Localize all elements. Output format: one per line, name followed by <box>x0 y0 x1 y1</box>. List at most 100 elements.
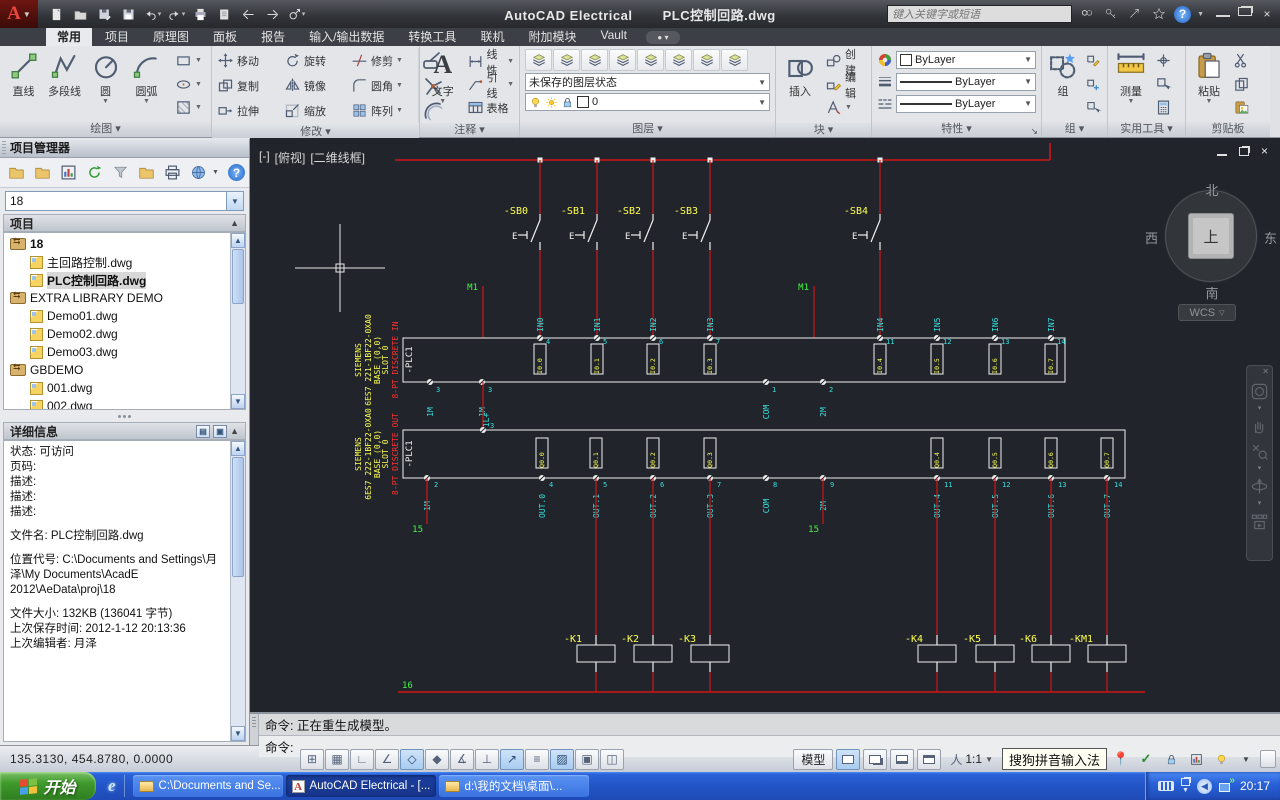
layer-tool-icon-1[interactable] <box>553 49 580 71</box>
layer-tool-icon-2[interactable] <box>581 49 608 71</box>
details-preview-icon[interactable]: ▣ <box>213 424 228 438</box>
移动-button[interactable]: 移动 <box>215 49 282 72</box>
isolate-objects-icon[interactable] <box>1210 749 1232 770</box>
measure-button[interactable]: 测量 ▼ <box>1111 48 1151 120</box>
undo-icon[interactable]: ▾ <box>142 4 162 24</box>
layer-tool-icon-5[interactable] <box>665 49 692 71</box>
restore-tray-icon[interactable] <box>1180 778 1190 786</box>
scroll-up-icon[interactable]: ▲ <box>231 233 245 248</box>
open-file-icon[interactable] <box>70 4 90 24</box>
back-arrow-icon[interactable] <box>238 4 258 24</box>
grid-toggle[interactable]: ▦ <box>325 748 349 770</box>
property-dropdown-0[interactable]: ByLayer ▼ <box>896 50 1036 69</box>
tree-item-Demo02.dwg[interactable]: Demo02.dwg <box>4 325 230 343</box>
taskbar-task[interactable]: C:\Documents and Se... <box>132 775 283 797</box>
insert-block-button[interactable]: 插入 <box>779 48 821 121</box>
quick-view-layouts-button[interactable] <box>836 748 861 770</box>
redo-icon[interactable]: ▾ <box>166 4 186 24</box>
text-button[interactable]: A 文字 ▼ <box>423 48 463 121</box>
layout1-button[interactable] <box>890 748 915 770</box>
status-check-icon[interactable]: ✓ <box>1135 749 1157 770</box>
圆角-button[interactable]: 圆角 ▼ <box>349 74 416 97</box>
new-file-icon[interactable] <box>46 4 66 24</box>
hide-icons-button[interactable]: ◀ <box>1196 778 1212 794</box>
tree-item-主回路控制.dwg[interactable]: 主回路控制.dwg <box>4 253 230 271</box>
viewcube-north[interactable]: 北 <box>1157 180 1267 199</box>
layer-tool-icon-7[interactable] <box>721 49 748 71</box>
layer-tool-icon-4[interactable] <box>637 49 664 71</box>
拉伸-button[interactable]: 拉伸 <box>215 99 282 122</box>
id-point-button[interactable] <box>1153 50 1174 71</box>
ortho-toggle[interactable]: ∟ <box>350 748 374 770</box>
attr-button[interactable]: ▼ <box>823 96 868 119</box>
plot-publish-icon[interactable] <box>160 161 184 185</box>
navigation-bar[interactable]: ✕ ▾ ▾ ▾ <box>1246 365 1273 561</box>
scrollbar-thumb[interactable] <box>232 249 244 304</box>
project-combo-dropdown-icon[interactable]: ▼ <box>227 191 244 211</box>
transparency-toggle[interactable]: ▨ <box>550 748 574 770</box>
toolbar-overflow-icon[interactable]: ▼ <box>212 169 219 176</box>
project-combo-value[interactable]: 18 <box>5 191 227 211</box>
缩放-button[interactable]: 缩放 <box>282 99 349 122</box>
details-list-view-icon[interactable]: ▤ <box>196 424 211 438</box>
app-menu-button[interactable]: A ▼ <box>0 0 38 28</box>
scrollbar-thumb[interactable] <box>232 457 244 577</box>
sign-in-icon[interactable] <box>1102 5 1120 23</box>
viewcube-south[interactable]: 南 <box>1157 283 1267 302</box>
表格-button[interactable]: 表格 <box>465 96 516 119</box>
save-icon[interactable] <box>118 4 138 24</box>
annotation-scale-button[interactable]: 人 1:1 ▼ <box>944 749 999 770</box>
ribbon-options-button[interactable]: ● ▾ <box>645 31 680 44</box>
osnap-3d-toggle[interactable]: ◆ <box>425 748 449 770</box>
圆弧-button[interactable]: 圆弧 ▼ <box>126 48 167 120</box>
layer-tool-icon-3[interactable] <box>609 49 636 71</box>
restore-button[interactable] <box>1238 7 1252 16</box>
tab-联机[interactable]: 联机 <box>469 26 515 46</box>
编辑-button[interactable]: 编辑 <box>823 72 868 100</box>
引线-button[interactable]: 引线 ▼ <box>465 72 516 100</box>
layer-tool-icon-0[interactable] <box>525 49 552 71</box>
doc-close-button[interactable]: × <box>1261 144 1268 158</box>
details-section-header[interactable]: 详细信息 ▤ ▣ ▲ <box>3 422 246 440</box>
model-button[interactable]: 模型 <box>793 748 834 770</box>
paste-special-button[interactable] <box>1231 97 1252 118</box>
阵列-button[interactable]: 阵列 ▼ <box>349 99 416 122</box>
tree-item-Demo01.dwg[interactable]: Demo01.dwg <box>4 307 230 325</box>
ime-pin-icon[interactable]: 📍 <box>1110 749 1132 770</box>
tree-item-EXTRA LIBRARY DEMO[interactable]: EXTRA LIBRARY DEMO <box>4 289 230 307</box>
layer-dropdown[interactable]: 0 ▼ <box>525 93 770 111</box>
旋转-button[interactable]: 旋转 <box>282 49 349 72</box>
minimize-button[interactable] <box>1216 7 1230 17</box>
viewcube-top-face[interactable]: 上 <box>1188 213 1234 259</box>
doc-minimize-button[interactable] <box>1216 146 1227 156</box>
panel-title-annotate[interactable]: 注释 ▾ <box>420 123 519 137</box>
panel-title-block[interactable]: 块 ▾ <box>776 123 871 137</box>
otrack-toggle[interactable]: ∡ <box>450 748 474 770</box>
panel-title-group[interactable]: 组 ▾ <box>1042 122 1107 137</box>
projects-section-header[interactable]: 项目 ▲ <box>3 214 246 232</box>
status-menu-icon[interactable]: ▼ <box>1235 749 1257 770</box>
tree-item-GBDEMO[interactable]: GBDEMO <box>4 361 230 379</box>
viewcube[interactable]: 北 南 西 东 上 <box>1145 180 1277 302</box>
recttool-button[interactable]: ▼ <box>173 50 204 71</box>
search-input[interactable]: 键入关键字或短语 <box>887 5 1073 23</box>
view-control-button[interactable]: [俯视] <box>275 149 306 166</box>
hatch-button[interactable]: ▼ <box>173 97 204 118</box>
forward-arrow-icon[interactable] <box>262 4 282 24</box>
dynamic-input-toggle[interactable]: ↗ <box>500 748 524 770</box>
calculator-button[interactable] <box>1153 97 1174 118</box>
tab-Vault[interactable]: Vault <box>589 26 637 46</box>
internet-explorer-icon[interactable]: e <box>108 776 116 796</box>
palette-grip[interactable] <box>2 141 6 155</box>
taskbar-task[interactable]: d:\我的文档\桌面\... <box>438 775 589 797</box>
圆-button[interactable]: 圆 ▼ <box>85 48 126 120</box>
quick-properties-toggle[interactable]: ▣ <box>575 748 599 770</box>
tab-附加模块[interactable]: 附加模块 <box>517 26 587 46</box>
tree-scrollbar[interactable]: ▲ ▼ <box>230 233 245 409</box>
viewcube-west[interactable]: 西 <box>1145 228 1158 247</box>
project-open-icon[interactable] <box>4 161 28 185</box>
dialog-launcher-icon[interactable]: ↘ <box>1030 124 1038 138</box>
showmotion-icon[interactable] <box>1250 512 1269 531</box>
osnap-toggle[interactable]: ◇ <box>400 748 424 770</box>
keyboard-tray-icon[interactable] <box>1157 781 1174 791</box>
